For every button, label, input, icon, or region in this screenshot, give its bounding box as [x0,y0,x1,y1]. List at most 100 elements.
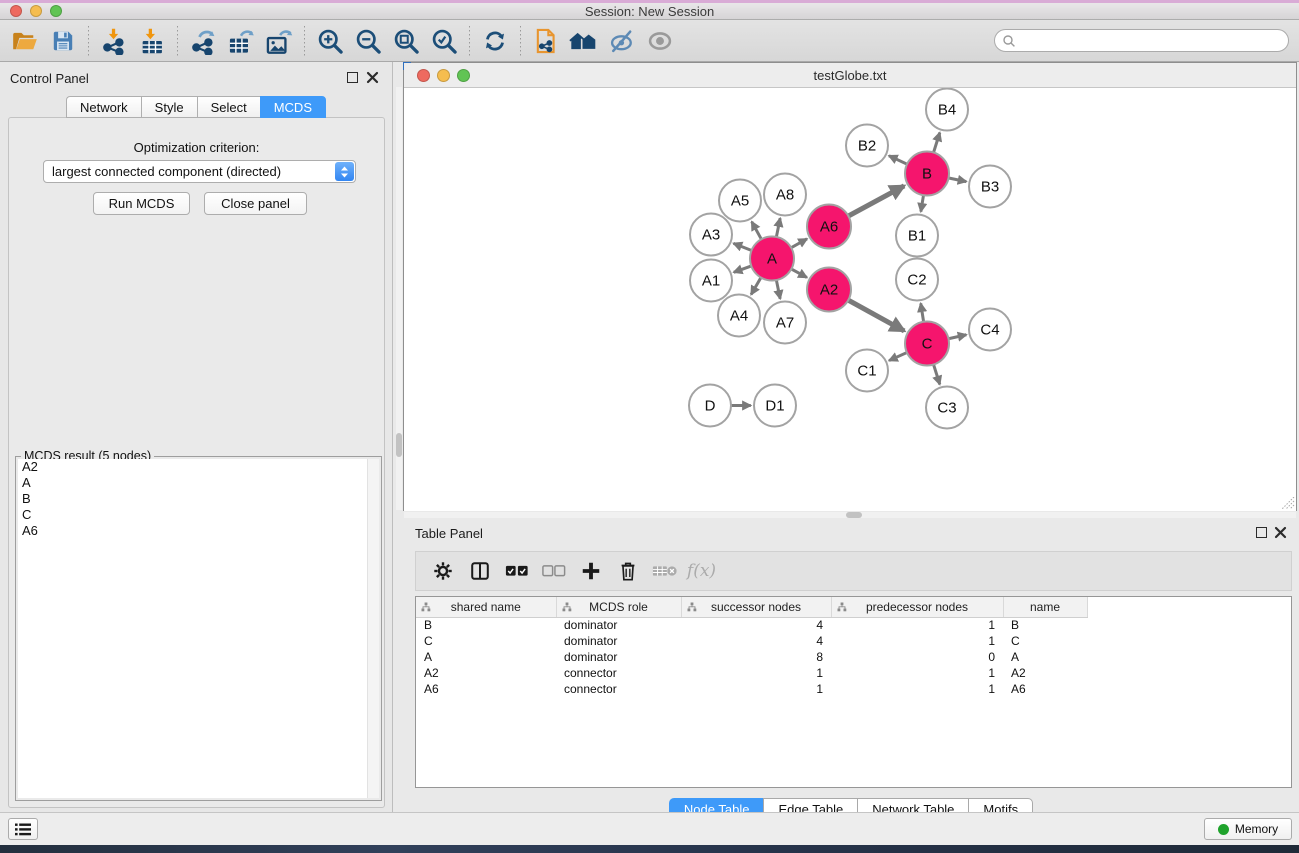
table-row[interactable]: A6connector11A6 [416,681,1103,697]
zoom-fit-button[interactable] [387,23,425,59]
column-header-shared-name[interactable]: shared name [416,597,556,617]
network-window-titlebar[interactable]: testGlobe.txt [404,63,1296,88]
table-cell[interactable]: 1 [681,665,831,681]
node-table-grid[interactable]: shared nameMCDS rolesuccessor nodesprede… [416,597,1103,697]
table-cell[interactable]: A [1003,649,1087,665]
float-panel-icon[interactable] [347,72,358,83]
table-cell[interactable]: 4 [681,617,831,633]
table-cell[interactable]: dominator [556,617,681,633]
table-row[interactable]: Bdominator41B [416,617,1103,633]
mcds-result-item[interactable]: A [18,475,379,491]
export-network-button[interactable] [184,23,222,59]
tab-style[interactable]: Style [141,96,197,118]
mcds-result-list: A2ABCA6 [18,459,379,798]
column-header-name[interactable]: name [1003,597,1087,617]
table-cell[interactable]: A6 [416,681,556,697]
home-overview-button[interactable] [565,23,603,59]
function-builder-button[interactable]: f(x) [683,554,720,588]
table-cell[interactable]: 1 [831,665,1003,681]
resize-grip-icon[interactable] [1282,497,1295,510]
criterion-select[interactable]: largest connected component (directed) [43,160,356,183]
memory-button[interactable]: Memory [1204,818,1292,840]
show-eye-button[interactable] [641,23,679,59]
columns-icon [469,560,491,582]
show-columns-button[interactable] [461,554,498,588]
export-table-button[interactable] [222,23,260,59]
search-text-field[interactable] [1016,32,1288,50]
refresh-view-button[interactable] [476,23,514,59]
table-cell[interactable]: A2 [416,665,556,681]
table-row[interactable]: Cdominator41C [416,633,1103,649]
table-panel: Table Panel [403,518,1299,812]
mcds-result-item[interactable]: C [18,507,379,523]
zoom-in-button[interactable] [311,23,349,59]
column-header-MCDS-role[interactable]: MCDS role [556,597,681,617]
table-cell[interactable]: 1 [831,681,1003,697]
graph-node-label: B2 [858,138,876,155]
close-panel-icon[interactable] [366,71,379,84]
network-file-share-button[interactable] [527,23,565,59]
desktop-vertical-scrollbar[interactable] [396,87,402,510]
network-canvas[interactable]: B4B2BB3A8A5A6A3B1AA1C2A2A4A7C4CC1DD1C3 [404,88,1296,511]
table-cell[interactable]: 1 [831,633,1003,649]
run-mcds-button[interactable]: Run MCDS [93,192,190,215]
table-cell[interactable]: B [1003,617,1087,633]
control-panel-title: Control Panel [10,71,89,86]
table-cell[interactable]: connector [556,665,681,681]
task-history-button[interactable] [8,818,38,840]
table-cell[interactable]: connector [556,681,681,697]
table-cell[interactable]: A6 [1003,681,1087,697]
result-scrollbar[interactable] [367,459,379,798]
delete-table-button[interactable] [646,554,683,588]
zoom-out-button[interactable] [349,23,387,59]
deselect-all-columns-button[interactable] [535,554,572,588]
tab-select[interactable]: Select [197,96,260,118]
control-panel-tabs: NetworkStyleSelectMCDS [0,96,392,118]
table-cell[interactable]: dominator [556,633,681,649]
column-header-predecessor-nodes[interactable]: predecessor nodes [831,597,1003,617]
table-cell[interactable]: 1 [831,617,1003,633]
graph-node-label: C1 [857,363,876,380]
search-input[interactable] [994,29,1289,52]
table-cell[interactable]: 8 [681,649,831,665]
mcds-result-item[interactable]: A6 [18,523,379,539]
select-all-columns-button[interactable] [498,554,535,588]
table-cell[interactable]: C [1003,633,1087,649]
table-cell[interactable]: A2 [1003,665,1087,681]
table-row[interactable]: A2connector11A2 [416,665,1103,681]
table-cell[interactable]: C [416,633,556,649]
table-options-button[interactable] [424,554,461,588]
table-cell[interactable]: A [416,649,556,665]
close-table-panel-icon[interactable] [1274,526,1287,539]
table-row[interactable]: Adominator80A [416,649,1103,665]
zoom-selected-button[interactable] [425,23,463,59]
mcds-result-item[interactable]: A2 [18,459,379,475]
graph-node-label: B1 [908,228,926,245]
mcds-result-item[interactable]: B [18,491,379,507]
graph-node-label: B3 [981,179,999,196]
graph-node-label: B [922,166,932,183]
tab-network[interactable]: Network [66,96,141,118]
table-cell[interactable]: 4 [681,633,831,649]
eye-slash-icon [608,27,636,55]
table-cell[interactable]: 0 [831,649,1003,665]
hide-detail-button[interactable] [603,23,641,59]
add-column-button[interactable] [572,554,609,588]
table-cell[interactable]: 1 [681,681,831,697]
float-table-panel-icon[interactable] [1256,527,1267,538]
toolbar-separator [177,26,178,56]
column-header-successor-nodes[interactable]: successor nodes [681,597,831,617]
open-session-button[interactable] [6,23,44,59]
table-cell[interactable]: dominator [556,649,681,665]
graph-node-label: C3 [937,400,956,417]
save-session-button[interactable] [44,23,82,59]
tab-mcds[interactable]: MCDS [260,96,326,118]
export-image-button[interactable] [260,23,298,59]
import-network-button[interactable] [95,23,133,59]
export-table-icon [227,27,255,55]
import-table-button[interactable] [133,23,171,59]
close-panel-button[interactable]: Close panel [204,192,307,215]
table-cell[interactable]: B [416,617,556,633]
vscroll-thumb[interactable] [396,433,402,457]
delete-column-button[interactable] [609,554,646,588]
